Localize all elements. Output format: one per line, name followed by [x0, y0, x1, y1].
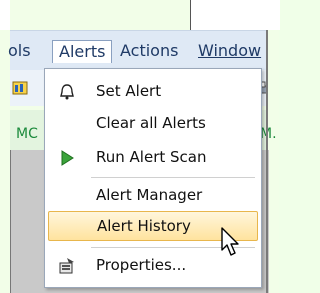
bell-icon [60, 84, 74, 100]
menu-item-label: Alert Manager [96, 186, 203, 204]
menu-item-label: Clear all Alerts [96, 114, 206, 132]
menu-tools[interactable]: ols [8, 40, 31, 62]
menu-item-alert-manager[interactable]: Alert Manager [48, 181, 256, 209]
menu-item-label: Set Alert [96, 82, 162, 100]
tab-left[interactable]: MC [16, 126, 38, 142]
menu-item-label: Properties... [96, 256, 187, 274]
menu-item-clear-all-alerts[interactable]: Clear all Alerts [48, 109, 256, 137]
menu-item-label: Alert History [97, 217, 191, 235]
background-corner [0, 0, 10, 30]
play-icon [61, 150, 74, 166]
menu-alerts[interactable]: Alerts [52, 40, 113, 63]
menu-bar: ols Alerts Actions Window [8, 30, 268, 71]
mouse-cursor-icon [221, 227, 239, 256]
menu-window[interactable]: Window [198, 40, 261, 62]
tab-right[interactable]: M. [260, 126, 277, 142]
menu-item-set-alert[interactable]: Set Alert [48, 77, 256, 105]
menu-item-label: Run Alert Scan [96, 148, 207, 166]
window-border [266, 30, 268, 293]
menu-item-run-alert-scan[interactable]: Run Alert Scan [48, 143, 256, 171]
menu-separator [91, 177, 255, 178]
menu-actions[interactable]: Actions [120, 40, 178, 62]
background-window-edge [190, 0, 280, 30]
properties-icon [59, 258, 74, 274]
chart-toolbar-icon[interactable] [12, 80, 28, 96]
